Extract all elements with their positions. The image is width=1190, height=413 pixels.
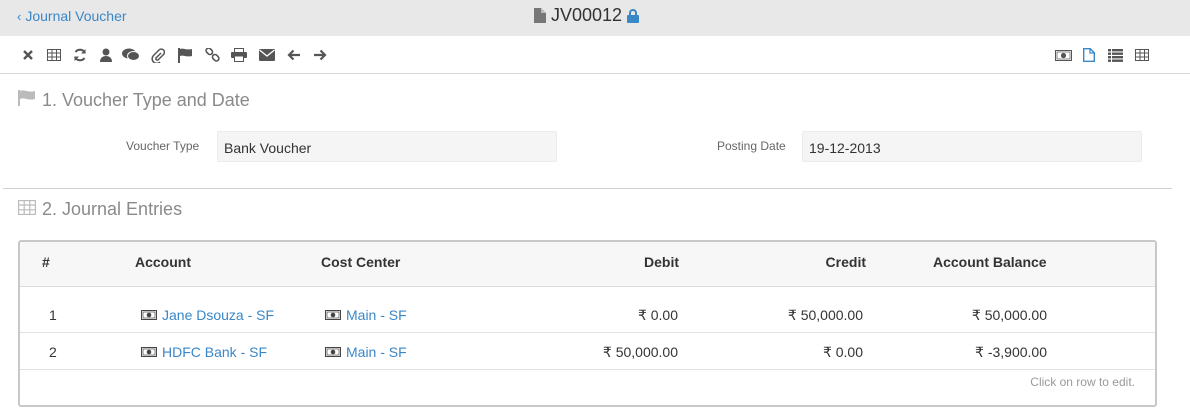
table-row[interactable]: 1 Jane Dsouza - SF Main - SF ₹ 0.00 ₹ 50… [20,296,1155,333]
account-link[interactable]: Jane Dsouza - SF [141,307,274,323]
journal-entries-grid: # Account Cost Center Debit Credit Accou… [18,240,1157,407]
arrow-right-icon[interactable] [311,46,329,64]
account-balance-value: ₹ 50,000.00 [971,307,1047,323]
user-icon[interactable] [97,46,115,64]
account-name: Jane Dsouza - SF [162,307,275,323]
cost-center-name: Main - SF [346,307,407,323]
debit-value: ₹ 0.00 [637,307,678,323]
column-header-account-balance: Account Balance [933,254,1047,270]
section-title: 2. Journal Entries [42,199,183,219]
table-view-icon[interactable] [1133,46,1151,64]
file-view-icon[interactable] [1080,46,1098,64]
lock-icon [627,8,640,23]
back-link-label: Journal Voucher [25,8,127,24]
document-title: JV00012 [534,5,640,26]
table-row[interactable]: 2 HDFC Bank - SF Main - SF ₹ 50,000.00 ₹… [20,333,1155,370]
cost-center-name: Main - SF [346,344,407,360]
money-icon [141,347,157,357]
file-icon [534,8,546,23]
refresh-icon[interactable] [71,46,89,64]
money-icon[interactable] [1054,46,1072,64]
voucher-type-field[interactable]: Bank Voucher [217,131,557,162]
print-icon[interactable] [230,46,248,64]
section-divider [3,188,1172,189]
account-name: HDFC Bank - SF [162,344,268,360]
paperclip-icon[interactable] [149,46,167,64]
cost-center-link[interactable]: Main - SF [325,307,407,323]
section-voucher-type-heading: 1. Voucher Type and Date [18,90,250,111]
column-header-account: Account [135,254,191,270]
toolbar [0,36,1190,74]
row-index: 2 [49,344,57,360]
edit-hint: Click on row to edit. [1030,375,1135,389]
row-index: 1 [49,307,57,323]
column-header-index: # [42,254,50,270]
posting-date-label: Posting Date [717,139,786,153]
cost-center-link[interactable]: Main - SF [325,344,407,360]
grid-header: # Account Cost Center Debit Credit Accou… [20,242,1155,287]
document-id: JV00012 [551,5,623,25]
link-icon[interactable] [203,46,221,64]
flag-icon[interactable] [176,46,194,64]
arrow-left-icon[interactable] [285,46,303,64]
table-icon [18,199,36,220]
flag-icon [18,90,36,111]
comments-icon[interactable] [122,46,140,64]
list-icon[interactable] [1106,46,1124,64]
column-header-credit: Credit [825,254,866,270]
table-icon[interactable] [45,46,63,64]
back-to-list-link[interactable]: ‹ Journal Voucher [17,8,127,24]
credit-value: ₹ 50,000.00 [787,307,863,323]
money-icon [325,310,341,320]
money-icon [141,310,157,320]
column-header-debit: Debit [644,254,679,270]
section-title: 1. Voucher Type and Date [42,90,250,110]
money-icon [325,347,341,357]
close-icon[interactable] [19,46,37,64]
debit-value: ₹ 50,000.00 [602,344,678,360]
voucher-type-label: Voucher Type [126,139,200,153]
top-bar: ‹ Journal Voucher JV00012 [0,0,1190,36]
account-link[interactable]: HDFC Bank - SF [141,344,267,360]
chevron-left-icon: ‹ [17,8,22,24]
section-journal-entries-heading: 2. Journal Entries [18,199,182,220]
envelope-icon[interactable] [258,46,276,64]
column-header-cost-center: Cost Center [321,254,401,270]
posting-date-field[interactable]: 19-12-2013 [802,131,1142,162]
credit-value: ₹ 0.00 [822,344,863,360]
account-balance-value: ₹ -3,900.00 [975,344,1047,360]
